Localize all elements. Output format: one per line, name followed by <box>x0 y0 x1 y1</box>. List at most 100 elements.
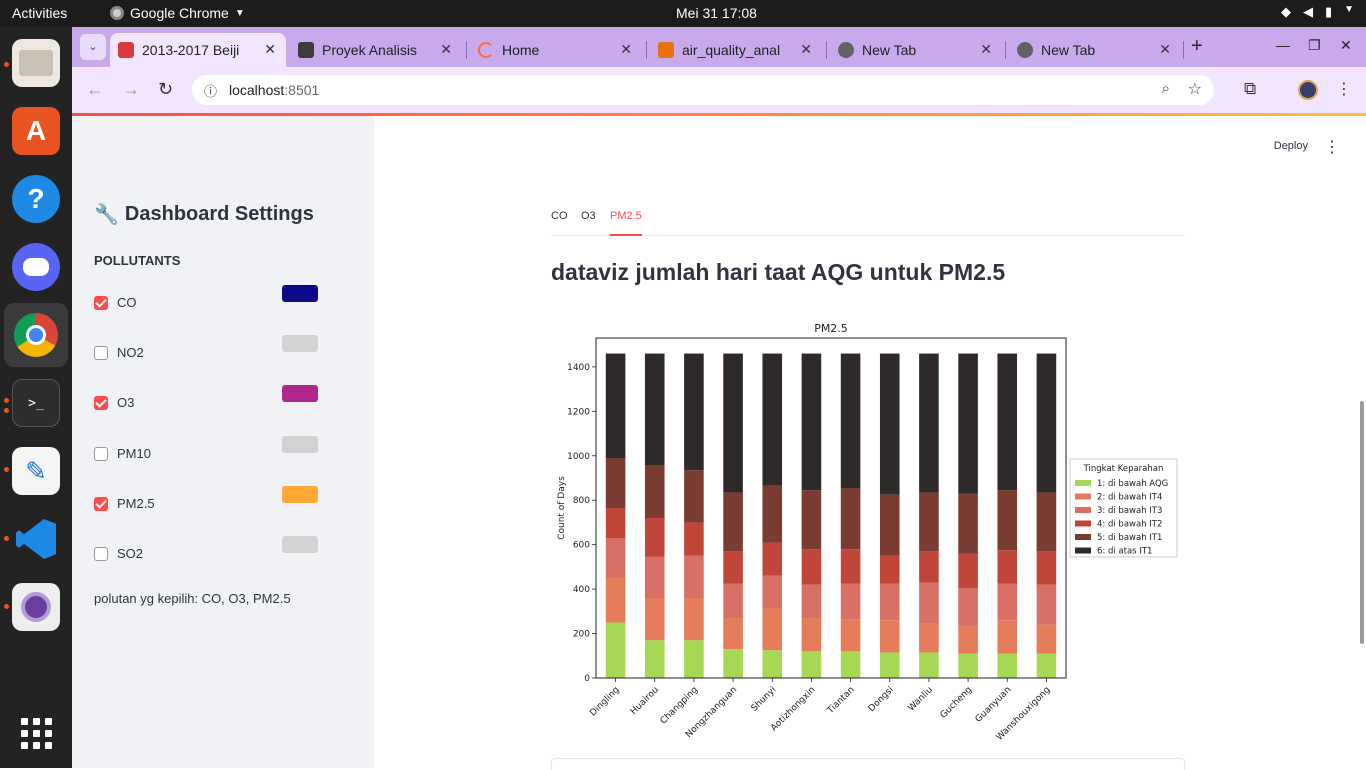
show-apps-icon[interactable] <box>12 709 60 757</box>
bar-segment <box>997 653 1018 678</box>
new-tab-icon[interactable]: + <box>1191 35 1203 58</box>
close-tab-icon[interactable]: ✕ <box>440 41 452 58</box>
color-picker[interactable] <box>282 285 318 302</box>
bar-segment <box>1036 624 1057 654</box>
zoom-icon[interactable]: ⌕ <box>1162 80 1170 97</box>
tab-4[interactable]: New Tab ✕ <box>830 33 1002 67</box>
checkbox[interactable] <box>94 396 108 410</box>
address-bar[interactable]: ⓘ localhost:8501 ⌕ ☆ <box>192 75 1214 105</box>
bar-segment <box>762 608 783 651</box>
maximize-icon[interactable]: ❐ <box>1308 37 1321 54</box>
clock[interactable]: Mei 31 17:08 <box>676 5 757 21</box>
app-center-icon[interactable]: A <box>12 107 60 155</box>
tab-search-icon[interactable]: ⌄ <box>80 34 106 60</box>
bar-segment <box>879 620 900 653</box>
color-picker[interactable] <box>282 486 318 503</box>
x-tick-label: Shunyi <box>750 685 779 714</box>
close-window-icon[interactable]: ✕ <box>1340 37 1352 54</box>
minimize-icon[interactable]: — <box>1276 37 1290 53</box>
chrome-menu-icon[interactable]: ⋮ <box>1336 79 1352 99</box>
close-tab-icon[interactable]: ✕ <box>800 41 812 58</box>
checkbox[interactable] <box>94 296 108 310</box>
system-tray[interactable]: ◆ ◀ ▮ ▼ <box>1281 4 1354 20</box>
discord-icon[interactable] <box>12 243 60 291</box>
legend-swatch <box>1075 547 1091 554</box>
bar-segment <box>644 556 665 598</box>
running-indicator <box>4 467 9 472</box>
app-menu[interactable]: Google Chrome ▼ <box>110 5 245 21</box>
loading-spinner-icon <box>478 42 494 58</box>
site-info-icon[interactable]: ⓘ <box>204 81 217 100</box>
profile-avatar[interactable] <box>1298 80 1318 100</box>
color-picker[interactable] <box>282 536 318 553</box>
extensions-icon[interactable]: ⧉ <box>1244 79 1256 99</box>
bar-segment <box>840 353 861 488</box>
bar-segment <box>958 493 978 554</box>
selected-pollutants-text: polutan yg kepilih: CO, O3, PM2.5 <box>94 591 291 606</box>
y-tick-label: 0 <box>584 674 590 684</box>
color-picker[interactable] <box>282 335 318 352</box>
checkbox[interactable] <box>94 547 108 561</box>
legend-label: 5: di bawah IT1 <box>1097 533 1162 543</box>
scrollbar[interactable] <box>1360 401 1364 644</box>
bar-segment <box>723 551 743 584</box>
main-content: Deploy ⋮ CO O3 PM2.5 dataviz jumlah hari… <box>374 116 1366 770</box>
active-tab-indicator <box>610 234 642 236</box>
bar-segment <box>879 494 900 556</box>
reload-icon[interactable]: ↻ <box>158 79 173 100</box>
chrome-icon[interactable] <box>12 311 60 359</box>
close-tab-icon[interactable]: ✕ <box>264 41 276 58</box>
legend-swatch <box>1075 520 1091 527</box>
tab-divider <box>551 235 1185 236</box>
app-menu-icon[interactable]: ⋮ <box>1324 137 1340 157</box>
bar-segment <box>997 583 1018 621</box>
close-tab-icon[interactable]: ✕ <box>1159 41 1171 58</box>
deploy-button[interactable]: Deploy <box>1274 140 1308 152</box>
terminal-icon[interactable]: >_ <box>12 379 60 427</box>
bar-segment <box>762 650 783 678</box>
legend-label: 1: di bawah AQG <box>1097 479 1168 489</box>
checkbox[interactable] <box>94 497 108 511</box>
bar-segment <box>644 640 665 678</box>
legend-label: 4: di bawah IT2 <box>1097 520 1162 530</box>
tab-separator <box>826 41 827 59</box>
tab-o3[interactable]: O3 <box>581 210 596 222</box>
tab-5[interactable]: New Tab ✕ <box>1009 33 1181 67</box>
browser-toolbar: ← → ↻ ⓘ localhost:8501 ⌕ ☆ ⧉ ⋮ <box>72 67 1366 113</box>
text-editor-icon[interactable]: ✎ <box>12 447 60 495</box>
legend-label: 6: di atas IT1 <box>1097 547 1152 557</box>
bar-segment <box>605 508 626 538</box>
checkbox[interactable] <box>94 346 108 360</box>
files-icon[interactable] <box>12 39 60 87</box>
tab-0[interactable]: 2013-2017 Beiji ✕ <box>110 33 286 67</box>
tab-co[interactable]: CO <box>551 210 568 222</box>
forward-icon[interactable]: → <box>122 79 140 100</box>
bookmark-star-icon[interactable]: ☆ <box>1188 79 1202 99</box>
wifi-icon: ◆ <box>1280 4 1291 19</box>
x-tick-label: Huairou <box>629 685 661 717</box>
back-icon[interactable]: ← <box>86 79 104 100</box>
close-tab-icon[interactable]: ✕ <box>620 41 632 58</box>
checkbox[interactable] <box>94 447 108 461</box>
bar-segment <box>879 555 900 584</box>
bar-segment <box>919 652 939 678</box>
tab-separator <box>1183 41 1184 59</box>
running-indicator <box>4 398 9 403</box>
bar-segment <box>997 620 1018 654</box>
tab-pm25[interactable]: PM2.5 <box>610 210 642 222</box>
tab-1[interactable]: Proyek Analisis ✕ <box>290 33 462 67</box>
activities-button[interactable]: Activities <box>12 5 67 21</box>
bar-segment <box>684 470 704 523</box>
color-picker[interactable] <box>282 385 318 402</box>
tab-3[interactable]: air_quality_anal ✕ <box>650 33 822 67</box>
tab-2[interactable]: Home ✕ <box>470 33 642 67</box>
camera-icon[interactable] <box>12 583 60 631</box>
close-tab-icon[interactable]: ✕ <box>980 41 992 58</box>
tab-separator <box>1005 41 1006 59</box>
checkbox-label: PM2.5 <box>117 496 155 511</box>
vscode-icon[interactable] <box>12 515 60 563</box>
help-icon[interactable]: ? <box>12 175 60 223</box>
chrome-small-icon <box>110 6 124 20</box>
bar-segment <box>723 353 743 493</box>
color-picker[interactable] <box>282 436 318 453</box>
